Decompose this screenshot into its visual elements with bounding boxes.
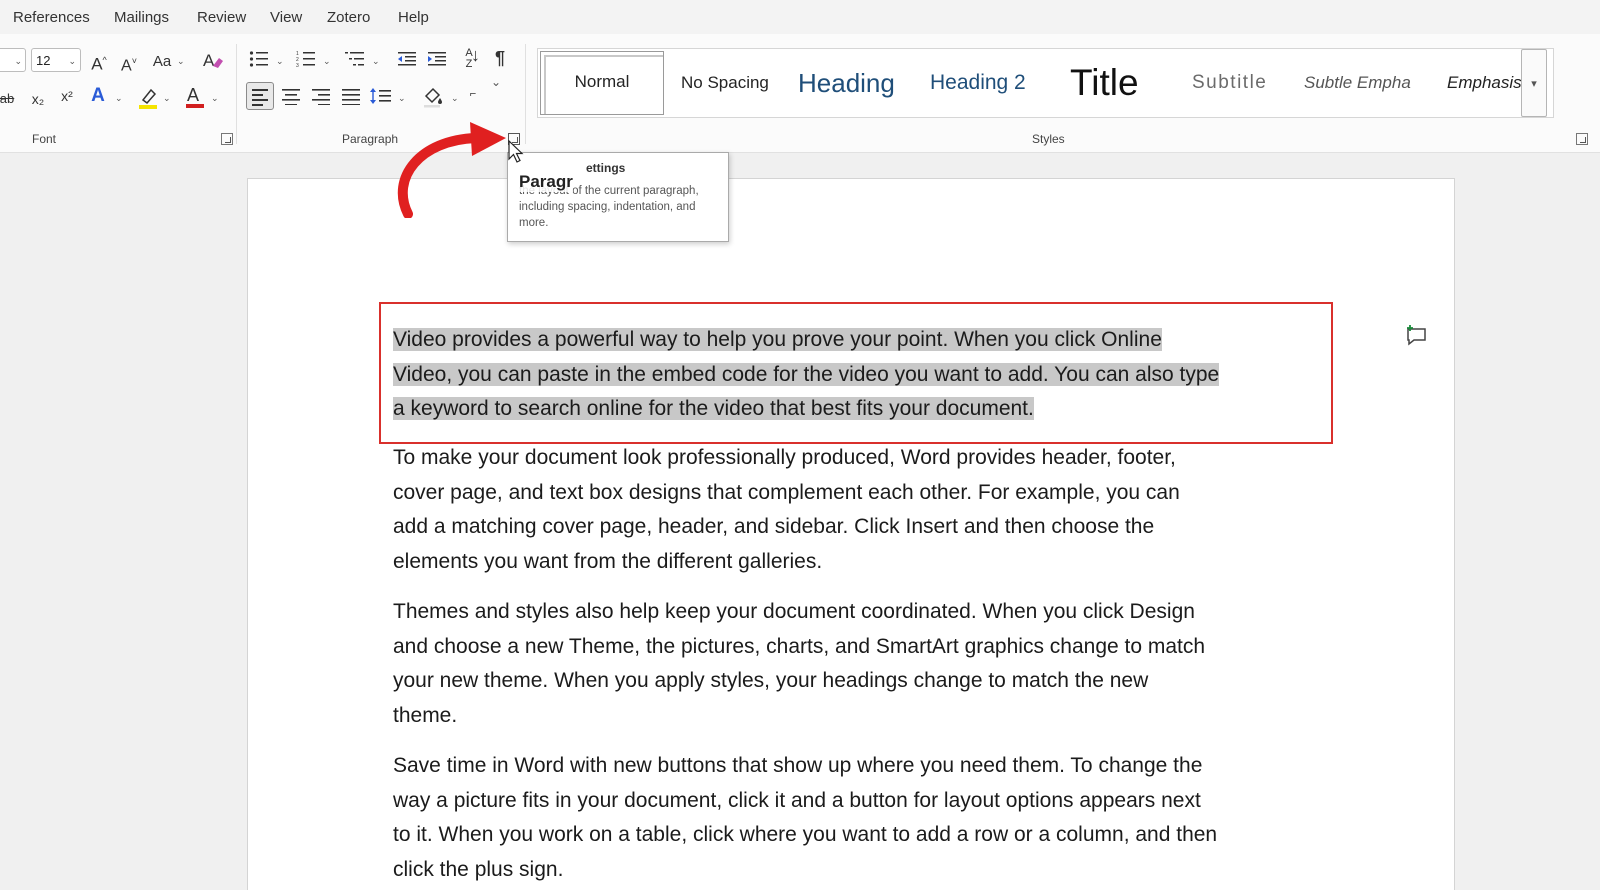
font-size-value: 12	[36, 53, 51, 68]
font-color-icon[interactable]: A	[184, 84, 206, 116]
shading-icon[interactable]	[422, 86, 444, 114]
style-heading[interactable]: Heading	[798, 49, 895, 117]
multilevel-list-icon[interactable]	[344, 50, 366, 74]
increase-indent-icon[interactable]	[426, 50, 448, 74]
ribbon: ⌄ 12 ⌄ A^ A˅ Aa ⌄ A ab x₂ x² A ⌄ ⌄ A ⌄ F…	[0, 34, 1600, 153]
highlight-color-icon[interactable]	[137, 86, 159, 116]
align-right-icon[interactable]	[310, 87, 332, 111]
line-spacing-icon[interactable]	[370, 87, 392, 111]
font-name-combo[interactable]: ⌄	[0, 48, 26, 72]
menu-help[interactable]: Help	[398, 9, 429, 26]
chevron-down-icon: ⌄	[372, 56, 380, 66]
tooltip-title: ettings	[586, 161, 626, 175]
numbering-icon[interactable]: 123	[295, 50, 317, 74]
paragraph-settings-tooltip: ettings the layout of the current paragr…	[507, 152, 729, 242]
style-no-spacing[interactable]: No Spacing	[681, 49, 769, 117]
chevron-down-icon: ⌄	[163, 93, 171, 103]
text-line: Themes and styles also help keep your do…	[393, 600, 1195, 623]
chevron-down-icon: ⌄	[14, 56, 22, 66]
text-line: theme.	[393, 703, 458, 727]
text-line: elements you want from the different gal…	[393, 549, 823, 573]
svg-text:A: A	[187, 85, 199, 105]
font-size-combo[interactable]: 12 ⌄	[31, 48, 81, 72]
text-line: cover page, and text box designs that co…	[393, 480, 1180, 504]
chevron-down-icon: ⌄	[451, 93, 459, 103]
text-line: way a picture fits in your document, cli…	[393, 788, 1201, 812]
styles-dialog-launcher-icon[interactable]	[1576, 133, 1588, 145]
change-case-icon[interactable]: Aa	[150, 52, 174, 72]
mouse-pointer-icon	[508, 140, 524, 163]
chevron-down-icon: ⌄	[398, 93, 406, 103]
menu-mailings[interactable]: Mailings	[114, 9, 169, 26]
align-left-button[interactable]	[246, 82, 274, 110]
subscript-icon[interactable]: x₂	[28, 89, 48, 109]
red-arrow-annotation-icon	[397, 122, 506, 218]
clear-formatting-icon[interactable]: A	[201, 50, 225, 76]
menu-view[interactable]: View	[270, 9, 302, 26]
strikethrough-icon[interactable]: ab	[0, 89, 16, 109]
paragraph-4[interactable]: Save time in Word with new buttons that …	[393, 749, 1333, 887]
selection-highlight-box	[379, 302, 1333, 444]
styles-gallery: Normal No Spacing Heading Heading 2 Titl…	[537, 48, 1554, 118]
paragraph-2[interactable]: To make your document look professionall…	[393, 441, 1333, 579]
shrink-font-icon[interactable]: A˅	[118, 51, 140, 76]
paragraph-3[interactable]: Themes and styles also help keep your do…	[393, 595, 1333, 733]
text-line: add a matching cover page, header, and s…	[393, 515, 1155, 538]
chevron-down-icon: ⌄	[211, 93, 219, 103]
style-emphasis[interactable]: Emphasis	[1447, 49, 1522, 117]
font-group-label: Font	[32, 132, 57, 146]
style-subtle-emphasis[interactable]: Subtle Empha	[1304, 49, 1411, 117]
chevron-down-icon: ⌄	[276, 56, 284, 66]
font-dialog-launcher-icon[interactable]	[221, 133, 233, 145]
style-subtitle[interactable]: Subtitle	[1192, 49, 1267, 117]
text-line: click the plus sign.	[393, 857, 564, 881]
menu-zotero[interactable]: Zotero	[327, 9, 370, 26]
decrease-indent-icon[interactable]	[396, 50, 418, 74]
menu-review[interactable]: Review	[197, 9, 246, 26]
chevron-down-icon: ⌄	[115, 93, 123, 103]
chevron-down-icon: ⌄	[323, 56, 331, 66]
justify-icon[interactable]	[340, 87, 362, 111]
new-comment-icon[interactable]	[1404, 324, 1428, 348]
text-line: To make your document look professionall…	[393, 446, 1176, 469]
styles-group-label: Styles	[1032, 132, 1065, 146]
svg-text:3: 3	[296, 63, 299, 68]
bullets-icon[interactable]	[248, 50, 270, 74]
svg-text:A: A	[203, 51, 215, 70]
text-line: to it. When you work on a table, click w…	[393, 823, 1218, 846]
chevron-down-icon: ⌄	[68, 56, 76, 66]
text-line: your new theme. When you apply styles, y…	[393, 669, 1149, 692]
borders-icon[interactable]: ⌐	[466, 84, 480, 104]
sort-icon[interactable]: A Z ↓	[457, 46, 481, 70]
menu-bar: References Mailings Review View Zotero H…	[0, 0, 1600, 34]
text-effects-icon[interactable]: A	[87, 86, 109, 106]
text-line: and choose a new Theme, the pictures, ch…	[393, 634, 1206, 658]
show-formatting-marks-icon[interactable]: ¶	[490, 48, 510, 68]
text-line: Save time in Word with new buttons that …	[393, 754, 1203, 777]
style-heading-2[interactable]: Heading 2	[930, 49, 1026, 117]
align-center-icon[interactable]	[280, 87, 302, 111]
chevron-down-icon[interactable]: ⌄	[491, 75, 501, 89]
chevron-down-icon: ⌄	[177, 56, 185, 66]
styles-more-icon[interactable]: ▾	[1521, 49, 1547, 117]
style-normal[interactable]: Normal	[540, 51, 664, 115]
style-title[interactable]: Title	[1070, 49, 1139, 117]
menu-references[interactable]: References	[13, 9, 90, 26]
superscript-icon[interactable]: x²	[57, 86, 77, 106]
grow-font-icon[interactable]: A^	[88, 50, 110, 75]
group-separator	[236, 44, 237, 144]
